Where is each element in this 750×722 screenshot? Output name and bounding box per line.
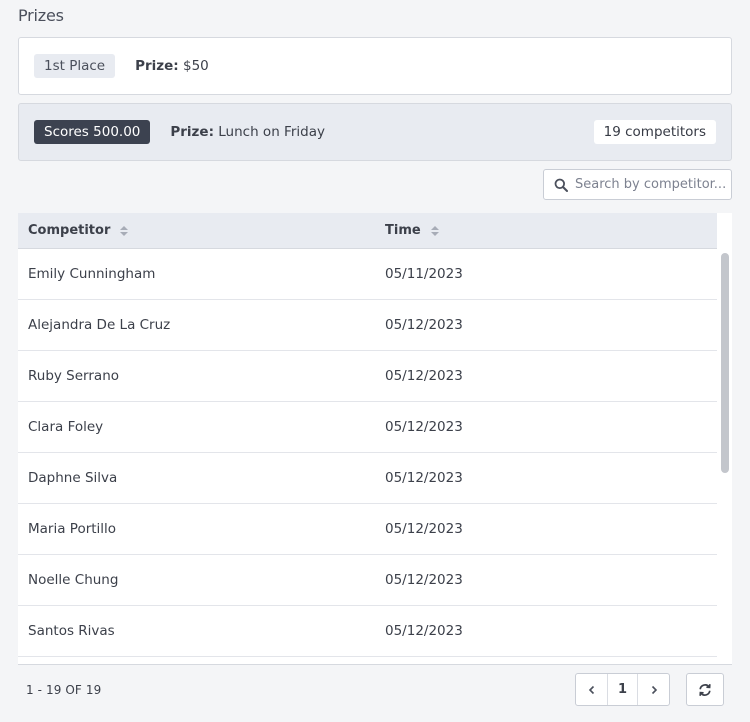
table-row[interactable]: Ruby Serrano 05/12/2023 bbox=[18, 351, 717, 402]
scrollbar-thumb[interactable] bbox=[721, 253, 729, 473]
cell-time: 05/12/2023 bbox=[385, 521, 463, 537]
competitor-count-badge: 19 competitors bbox=[593, 120, 716, 144]
cell-competitor: Daphne Silva bbox=[28, 470, 118, 486]
competitor-table: Competitor Time Emily Cunningham 05/11/20… bbox=[18, 213, 732, 665]
cell-competitor: Maria Portillo bbox=[28, 521, 117, 537]
prize-label: Prize: bbox=[135, 58, 179, 74]
sort-icon[interactable] bbox=[430, 225, 439, 236]
cell-time: 05/11/2023 bbox=[385, 266, 463, 282]
prize-description: Prize: Lunch on Friday bbox=[170, 124, 325, 140]
column-header-label: Competitor bbox=[28, 223, 111, 238]
table-row[interactable]: Clara Foley 05/12/2023 bbox=[18, 402, 717, 453]
prize-label: Prize: bbox=[170, 124, 214, 140]
cell-competitor: Clara Foley bbox=[28, 419, 104, 435]
table-row[interactable]: Emily Cunningham 05/11/2023 bbox=[18, 249, 717, 300]
cell-competitor: Emily Cunningham bbox=[28, 266, 156, 282]
prize-description: Prize: $50 bbox=[135, 58, 209, 74]
pagination-control: 1 bbox=[575, 673, 670, 706]
scrollbar-track[interactable] bbox=[719, 249, 732, 664]
prize-card-scores: Scores 500.00 Prize: Lunch on Friday 19 … bbox=[18, 103, 732, 161]
page-title: Prizes bbox=[18, 6, 64, 25]
chevron-right-icon bbox=[651, 685, 657, 694]
cell-time: 05/12/2023 bbox=[385, 317, 463, 333]
table-row[interactable]: Noelle Chung 05/12/2023 bbox=[18, 555, 717, 606]
refresh-button[interactable] bbox=[686, 673, 724, 706]
refresh-icon bbox=[699, 683, 711, 696]
search-box[interactable] bbox=[543, 169, 732, 200]
next-page-button[interactable] bbox=[638, 674, 669, 705]
cell-competitor: Santos Rivas bbox=[28, 623, 115, 639]
place-badge: 1st Place bbox=[34, 54, 116, 78]
cell-competitor: Ruby Serrano bbox=[28, 368, 120, 384]
cell-competitor: Noelle Chung bbox=[28, 572, 119, 588]
chevron-left-icon bbox=[588, 685, 594, 694]
cell-time: 05/12/2023 bbox=[385, 368, 463, 384]
pagination-range: 1 - 19 OF 19 bbox=[26, 683, 102, 697]
cell-time: 05/12/2023 bbox=[385, 623, 463, 639]
sort-icon[interactable] bbox=[120, 225, 129, 236]
scores-badge: Scores 500.00 bbox=[34, 120, 151, 144]
cell-time: 05/12/2023 bbox=[385, 419, 463, 435]
table-row[interactable]: Daphne Silva 05/12/2023 bbox=[18, 453, 717, 504]
column-header-time[interactable]: Time bbox=[375, 213, 439, 248]
cell-time: 05/12/2023 bbox=[385, 572, 463, 588]
prev-page-button[interactable] bbox=[576, 674, 607, 705]
table-header: Competitor Time bbox=[18, 213, 717, 249]
prize-card-first: 1st Place Prize: $50 bbox=[18, 37, 732, 95]
column-header-competitor[interactable]: Competitor bbox=[18, 213, 375, 248]
table-row[interactable]: Santos Rivas 05/12/2023 bbox=[18, 606, 717, 657]
current-page-button[interactable]: 1 bbox=[607, 674, 638, 705]
prize-value: $50 bbox=[183, 58, 209, 74]
prize-value: Lunch on Friday bbox=[218, 124, 325, 140]
cell-competitor: Alejandra De La Cruz bbox=[28, 317, 171, 333]
table-body: Emily Cunningham 05/11/2023 Alejandra De L… bbox=[18, 249, 717, 657]
column-header-label: Time bbox=[385, 223, 421, 238]
search-input[interactable] bbox=[575, 177, 725, 192]
table-row[interactable]: Alejandra De La Cruz 05/12/2023 bbox=[18, 300, 717, 351]
search-icon bbox=[554, 178, 568, 192]
cell-time: 05/12/2023 bbox=[385, 470, 463, 486]
table-row[interactable]: Maria Portillo 05/12/2023 bbox=[18, 504, 717, 555]
